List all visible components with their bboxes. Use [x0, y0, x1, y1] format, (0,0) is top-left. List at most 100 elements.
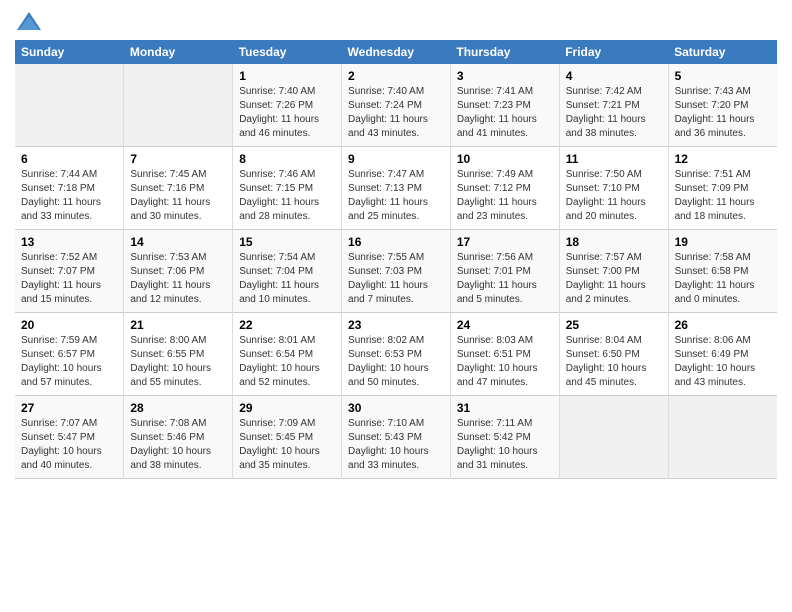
day-info: Sunrise: 7:43 AMSunset: 7:20 PMDaylight:… — [675, 85, 771, 141]
calendar-cell: 30Sunrise: 7:10 AMSunset: 5:43 PMDayligh… — [342, 396, 451, 479]
day-number: 15 — [239, 235, 335, 249]
day-info: Sunrise: 7:51 AMSunset: 7:09 PMDaylight:… — [675, 168, 771, 224]
calendar-cell — [559, 396, 668, 479]
day-info: Sunrise: 8:04 AMSunset: 6:50 PMDaylight:… — [566, 334, 662, 390]
day-number: 29 — [239, 401, 335, 415]
calendar-cell: 23Sunrise: 8:02 AMSunset: 6:53 PMDayligh… — [342, 313, 451, 396]
day-number: 7 — [130, 152, 226, 166]
day-info: Sunrise: 7:52 AMSunset: 7:07 PMDaylight:… — [21, 251, 117, 307]
calendar-cell: 28 Sunrise: 7:08 AMSunset: 5:46 PMDayligh… — [124, 396, 233, 479]
day-number: 2 — [348, 69, 444, 83]
calendar-cell: 18 Sunrise: 7:57 AMSunset: 7:00 PMDayligh… — [559, 230, 668, 313]
logo-icon — [15, 10, 43, 32]
calendar-cell: 16 Sunrise: 7:55 AMSunset: 7:03 PMDayligh… — [342, 230, 451, 313]
day-number: 16 — [348, 235, 444, 249]
calendar-cell: 15Sunrise: 7:54 AMSunset: 7:04 PMDayligh… — [233, 230, 342, 313]
day-info: Sunrise: 7:08 AMSunset: 5:46 PMDaylight:… — [130, 417, 226, 473]
calendar-cell: 26 Sunrise: 8:06 AMSunset: 6:49 PMDayligh… — [668, 313, 777, 396]
day-number: 18 — [566, 235, 662, 249]
calendar-cell: 21 Sunrise: 8:00 AMSunset: 6:55 PMDayligh… — [124, 313, 233, 396]
day-info: Sunrise: 7:56 AMSunset: 7:01 PMDaylight:… — [457, 251, 553, 307]
calendar-cell: 22Sunrise: 8:01 AMSunset: 6:54 PMDayligh… — [233, 313, 342, 396]
day-info: Sunrise: 7:50 AMSunset: 7:10 PMDaylight:… — [566, 168, 662, 224]
calendar-week-row: 20Sunrise: 7:59 AMSunset: 6:57 PMDayligh… — [15, 313, 777, 396]
calendar-cell: 3 Sunrise: 7:41 AMSunset: 7:23 PMDaylight… — [450, 64, 559, 147]
day-info: Sunrise: 8:01 AMSunset: 6:54 PMDaylight:… — [239, 334, 335, 390]
calendar-cell: 9 Sunrise: 7:47 AMSunset: 7:13 PMDaylight… — [342, 147, 451, 230]
day-number: 21 — [130, 318, 226, 332]
day-info: Sunrise: 7:10 AMSunset: 5:43 PMDaylight:… — [348, 417, 444, 473]
calendar-table: SundayMondayTuesdayWednesdayThursdayFrid… — [15, 40, 777, 479]
calendar-week-row: 1 Sunrise: 7:40 AMSunset: 7:26 PMDaylight… — [15, 64, 777, 147]
page-header — [15, 10, 777, 32]
day-info: Sunrise: 7:49 AMSunset: 7:12 PMDaylight:… — [457, 168, 553, 224]
day-info: Sunrise: 7:42 AMSunset: 7:21 PMDaylight:… — [566, 85, 662, 141]
day-number: 31 — [457, 401, 553, 415]
calendar-cell: 4Sunrise: 7:42 AMSunset: 7:21 PMDaylight… — [559, 64, 668, 147]
day-info: Sunrise: 7:07 AMSunset: 5:47 PMDaylight:… — [21, 417, 117, 473]
calendar-cell: 11 Sunrise: 7:50 AMSunset: 7:10 PMDayligh… — [559, 147, 668, 230]
logo — [15, 10, 47, 32]
day-info: Sunrise: 7:40 AMSunset: 7:24 PMDaylight:… — [348, 85, 444, 141]
day-number: 24 — [457, 318, 553, 332]
weekday-header: Wednesday — [342, 40, 451, 64]
day-number: 5 — [675, 69, 771, 83]
calendar-cell: 27 Sunrise: 7:07 AMSunset: 5:47 PMDayligh… — [15, 396, 124, 479]
day-info: Sunrise: 7:47 AMSunset: 7:13 PMDaylight:… — [348, 168, 444, 224]
weekday-header: Sunday — [15, 40, 124, 64]
calendar-cell — [15, 64, 124, 147]
calendar-cell: 10 Sunrise: 7:49 AMSunset: 7:12 PMDayligh… — [450, 147, 559, 230]
day-number: 27 — [21, 401, 117, 415]
weekday-header: Saturday — [668, 40, 777, 64]
day-number: 28 — [130, 401, 226, 415]
day-info: Sunrise: 7:40 AMSunset: 7:26 PMDaylight:… — [239, 85, 335, 141]
day-number: 19 — [675, 235, 771, 249]
calendar-cell: 19 Sunrise: 7:58 AMSunset: 6:58 PMDayligh… — [668, 230, 777, 313]
calendar-cell: 29 Sunrise: 7:09 AMSunset: 5:45 PMDayligh… — [233, 396, 342, 479]
day-number: 26 — [675, 318, 771, 332]
day-number: 14 — [130, 235, 226, 249]
day-number: 20 — [21, 318, 117, 332]
calendar-cell: 17 Sunrise: 7:56 AMSunset: 7:01 PMDayligh… — [450, 230, 559, 313]
calendar-cell: 5 Sunrise: 7:43 AMSunset: 7:20 PMDaylight… — [668, 64, 777, 147]
day-number: 11 — [566, 152, 662, 166]
day-info: Sunrise: 7:53 AMSunset: 7:06 PMDaylight:… — [130, 251, 226, 307]
calendar-cell: 13 Sunrise: 7:52 AMSunset: 7:07 PMDayligh… — [15, 230, 124, 313]
weekday-header: Friday — [559, 40, 668, 64]
day-number: 8 — [239, 152, 335, 166]
day-info: Sunrise: 7:44 AMSunset: 7:18 PMDaylight:… — [21, 168, 117, 224]
weekday-header: Monday — [124, 40, 233, 64]
day-number: 17 — [457, 235, 553, 249]
calendar-cell: 25Sunrise: 8:04 AMSunset: 6:50 PMDayligh… — [559, 313, 668, 396]
day-info: Sunrise: 8:06 AMSunset: 6:49 PMDaylight:… — [675, 334, 771, 390]
day-info: Sunrise: 7:57 AMSunset: 7:00 PMDaylight:… — [566, 251, 662, 307]
day-number: 12 — [675, 152, 771, 166]
calendar-week-row: 27 Sunrise: 7:07 AMSunset: 5:47 PMDayligh… — [15, 396, 777, 479]
weekday-header-row: SundayMondayTuesdayWednesdayThursdayFrid… — [15, 40, 777, 64]
day-info: Sunrise: 7:58 AMSunset: 6:58 PMDaylight:… — [675, 251, 771, 307]
calendar-cell — [668, 396, 777, 479]
day-number: 13 — [21, 235, 117, 249]
day-info: Sunrise: 8:03 AMSunset: 6:51 PMDaylight:… — [457, 334, 553, 390]
calendar-cell: 2 Sunrise: 7:40 AMSunset: 7:24 PMDaylight… — [342, 64, 451, 147]
weekday-header: Tuesday — [233, 40, 342, 64]
day-info: Sunrise: 7:55 AMSunset: 7:03 PMDaylight:… — [348, 251, 444, 307]
day-number: 6 — [21, 152, 117, 166]
day-info: Sunrise: 8:00 AMSunset: 6:55 PMDaylight:… — [130, 334, 226, 390]
calendar-cell — [124, 64, 233, 147]
calendar-week-row: 13 Sunrise: 7:52 AMSunset: 7:07 PMDayligh… — [15, 230, 777, 313]
calendar-cell: 8Sunrise: 7:46 AMSunset: 7:15 PMDaylight… — [233, 147, 342, 230]
calendar-cell: 6 Sunrise: 7:44 AMSunset: 7:18 PMDaylight… — [15, 147, 124, 230]
day-number: 10 — [457, 152, 553, 166]
calendar-week-row: 6 Sunrise: 7:44 AMSunset: 7:18 PMDaylight… — [15, 147, 777, 230]
calendar-cell: 1 Sunrise: 7:40 AMSunset: 7:26 PMDaylight… — [233, 64, 342, 147]
day-info: Sunrise: 7:41 AMSunset: 7:23 PMDaylight:… — [457, 85, 553, 141]
calendar-cell: 12 Sunrise: 7:51 AMSunset: 7:09 PMDayligh… — [668, 147, 777, 230]
day-number: 3 — [457, 69, 553, 83]
day-info: Sunrise: 7:45 AMSunset: 7:16 PMDaylight:… — [130, 168, 226, 224]
calendar-cell: 7 Sunrise: 7:45 AMSunset: 7:16 PMDaylight… — [124, 147, 233, 230]
day-info: Sunrise: 7:11 AMSunset: 5:42 PMDaylight:… — [457, 417, 553, 473]
day-number: 1 — [239, 69, 335, 83]
day-number: 9 — [348, 152, 444, 166]
day-info: Sunrise: 7:09 AMSunset: 5:45 PMDaylight:… — [239, 417, 335, 473]
